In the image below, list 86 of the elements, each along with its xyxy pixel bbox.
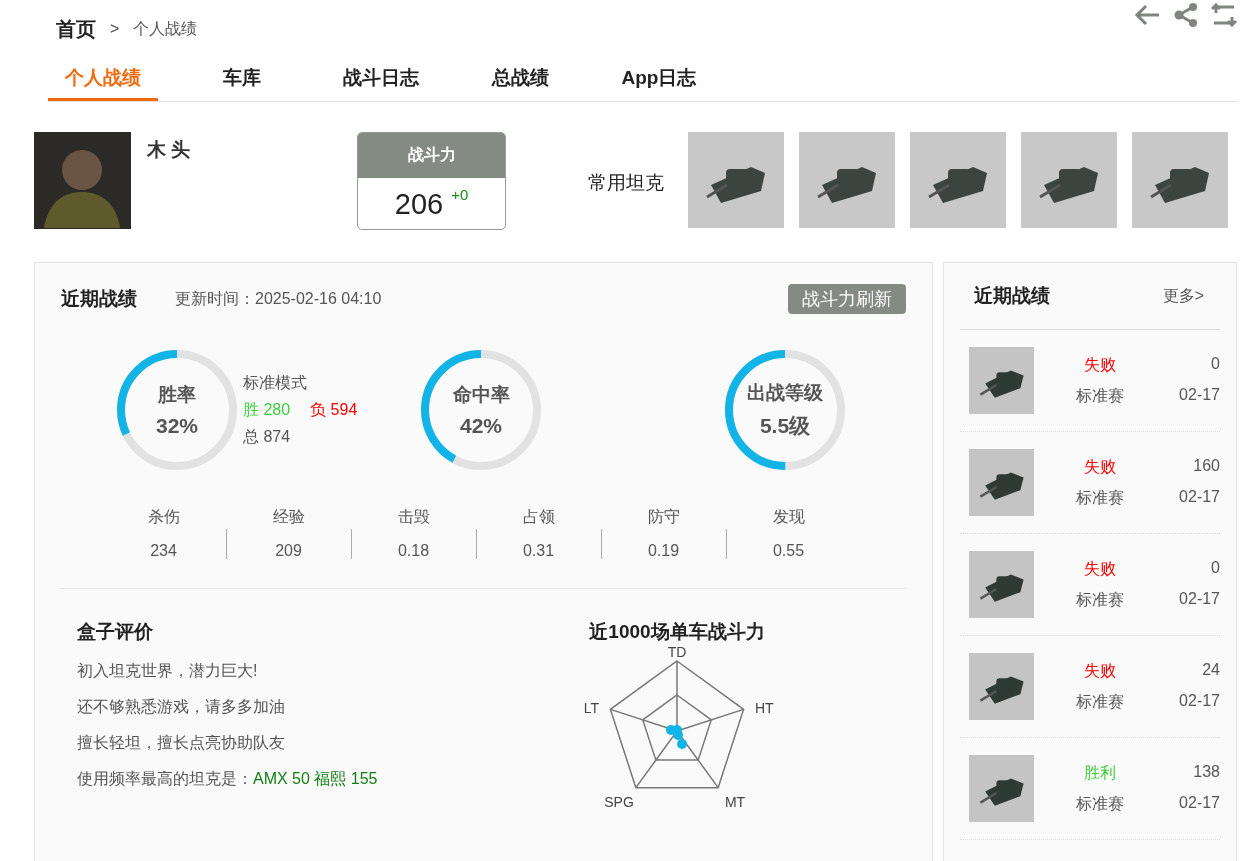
more-link[interactable]: 更多> bbox=[1162, 285, 1204, 307]
frequent-tanks-label: 常用坦克 bbox=[588, 171, 664, 195]
stat-label: 杀伤 bbox=[147, 507, 180, 527]
radar-title: 近1000场单车战斗力 bbox=[589, 620, 765, 644]
tank-image[interactable] bbox=[1132, 132, 1228, 228]
battle-date: 02-17 bbox=[1178, 385, 1220, 405]
radar-axis-label: SPG bbox=[604, 794, 634, 810]
refresh-button[interactable]: 战斗力刷新 bbox=[788, 284, 906, 314]
battle-mode: 标准赛 bbox=[1075, 691, 1125, 712]
stat-value: 234 bbox=[150, 542, 177, 560]
evaluation-text: 还不够熟悉游戏，请多多加油 bbox=[77, 697, 286, 717]
stat-label: 占领 bbox=[522, 507, 555, 527]
back-arrow-icon[interactable] bbox=[1133, 3, 1161, 27]
update-time: 更新时间：2025-02-16 04:10 bbox=[175, 288, 383, 309]
evaluation-text: 初入坦克世界，潜力巨大! bbox=[77, 661, 259, 681]
evaluation-text: 擅长轻坦，擅长点亮协助队友 bbox=[77, 733, 286, 753]
ring-label: 出战等级 bbox=[747, 381, 823, 405]
section-title: 近期战绩 bbox=[61, 287, 137, 311]
nav-tab[interactable]: 总战绩 bbox=[465, 58, 575, 101]
stat-value: 209 bbox=[275, 542, 302, 560]
ring-value: 32% bbox=[156, 414, 198, 438]
battle-date: 02-17 bbox=[1178, 691, 1220, 711]
ring-value: 42% bbox=[460, 414, 502, 438]
ring-value: 5.5级 bbox=[759, 413, 811, 439]
battle-date: 02-17 bbox=[1178, 589, 1220, 609]
stat-value: 0.19 bbox=[647, 542, 680, 560]
radar-point bbox=[673, 730, 683, 740]
tank-image[interactable] bbox=[688, 132, 784, 228]
radar-axis-label: TD bbox=[667, 645, 687, 660]
tank-image[interactable] bbox=[1021, 132, 1117, 228]
tank-image bbox=[969, 551, 1034, 618]
tank-image[interactable] bbox=[799, 132, 895, 228]
breadcrumb-separator: > bbox=[110, 20, 120, 38]
stat-value: 0.18 bbox=[397, 542, 430, 560]
battle-mode: 标准赛 bbox=[1075, 793, 1125, 814]
battle-result: 胜利 bbox=[1083, 762, 1117, 783]
breadcrumb-current: 个人战绩 bbox=[133, 18, 198, 39]
tank-image bbox=[969, 755, 1034, 822]
losses-count: 负 594 bbox=[310, 399, 358, 420]
power-value: 206 bbox=[394, 188, 444, 221]
nav-tab[interactable]: App日志 bbox=[604, 58, 714, 101]
battle-score: 138 bbox=[1192, 762, 1220, 782]
tank-image bbox=[969, 347, 1034, 414]
battle-result: 失败 bbox=[1083, 558, 1117, 579]
stat-label: 发现 bbox=[772, 507, 805, 527]
share-icon[interactable] bbox=[1173, 2, 1199, 28]
ring-label: 胜率 bbox=[158, 383, 196, 407]
breadcrumb-home-link[interactable]: 首页 bbox=[56, 15, 96, 43]
battle-date: 02-17 bbox=[1178, 487, 1220, 507]
favorite-tank-label: 使用频率最高的坦克是： bbox=[77, 770, 253, 787]
switch-icon[interactable] bbox=[1211, 3, 1237, 27]
stat-label: 经验 bbox=[272, 507, 305, 527]
battle-result: 失败 bbox=[1083, 354, 1117, 375]
stat-label: 防守 bbox=[647, 507, 680, 527]
battle-score: 24 bbox=[1201, 660, 1220, 680]
battle-mode: 标准赛 bbox=[1075, 487, 1125, 508]
battle-score: 160 bbox=[1192, 456, 1220, 476]
battle-mode: 标准赛 bbox=[1075, 385, 1125, 406]
battle-score: 0 bbox=[1210, 558, 1220, 578]
radar-axis-label: HT bbox=[755, 700, 774, 716]
stat-value: 0.31 bbox=[522, 542, 555, 560]
radar-axis-label: MT bbox=[724, 794, 746, 810]
evaluation-title: 盒子评价 bbox=[77, 620, 154, 644]
mode-title: 标准模式 bbox=[243, 372, 308, 393]
tank-image bbox=[969, 449, 1034, 516]
battle-date: 02-17 bbox=[1178, 793, 1220, 813]
battle-result: 失败 bbox=[1083, 456, 1117, 477]
tank-image[interactable] bbox=[910, 132, 1006, 228]
power-title: 战斗力 bbox=[358, 133, 505, 178]
radar-point bbox=[677, 739, 687, 749]
total-count: 总 874 bbox=[243, 426, 292, 447]
radar-axis-label: LT bbox=[583, 700, 599, 716]
stat-label: 击毁 bbox=[397, 507, 430, 527]
tank-image bbox=[969, 653, 1034, 720]
wins-count: 胜 280 bbox=[243, 399, 291, 420]
battle-mode: 标准赛 bbox=[1075, 589, 1125, 610]
ring-label: 命中率 bbox=[452, 383, 510, 407]
power-change: +0 bbox=[451, 186, 469, 205]
battle-result: 失败 bbox=[1083, 660, 1117, 681]
nav-tab[interactable]: 战斗日志 bbox=[326, 58, 436, 101]
section-title: 近期战绩 bbox=[974, 284, 1050, 308]
battle-score: 0 bbox=[1210, 354, 1220, 374]
favorite-tank-name: AMX 50 福熙 155 bbox=[253, 770, 378, 787]
stat-value: 0.55 bbox=[772, 542, 805, 560]
player-name: 木 头 bbox=[147, 138, 192, 162]
nav-tab[interactable]: 车库 bbox=[187, 58, 297, 101]
